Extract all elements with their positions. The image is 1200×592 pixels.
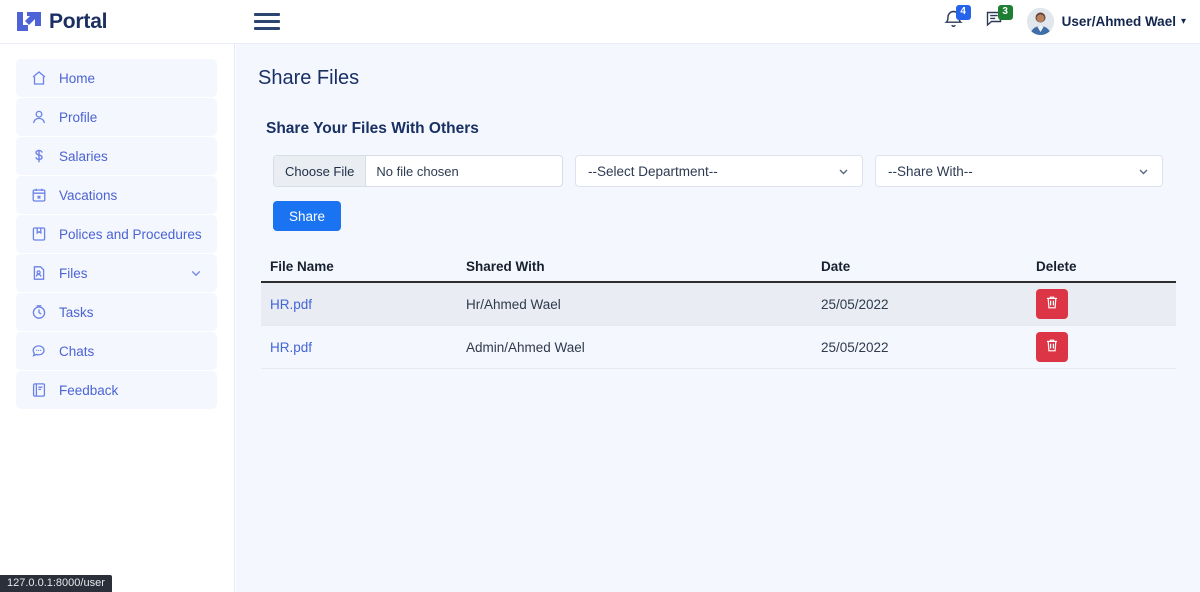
column-header-shared-with: Shared With <box>466 258 545 274</box>
chat-bubble-icon <box>30 343 47 360</box>
notifications-badge: 4 <box>955 4 971 20</box>
chevron-down-icon <box>837 165 850 178</box>
dollar-icon <box>30 148 47 165</box>
user-icon <box>30 109 47 126</box>
top-icon-group: 4 3 User/Ahmed Wael ▾ <box>933 0 1200 44</box>
share-with-select-value: --Share With-- <box>888 163 973 179</box>
hamburger-icon[interactable] <box>254 13 280 30</box>
delete-button[interactable] <box>1036 289 1068 319</box>
delete-cell <box>1036 332 1166 362</box>
sidebar-item-label: Files <box>59 265 88 281</box>
user-avatar[interactable] <box>1026 8 1054 35</box>
delete-button[interactable] <box>1036 332 1068 362</box>
brand[interactable]: Portal <box>0 0 235 44</box>
feedback-icon <box>30 382 47 399</box>
book-icon <box>30 226 47 243</box>
sidebar-item-tasks[interactable]: Tasks <box>16 293 217 331</box>
share-form-row: Choose File No file chosen --Select Depa… <box>273 155 1200 187</box>
trash-icon <box>1045 338 1059 356</box>
file-name-display: No file chosen <box>376 163 459 179</box>
sidebar-item-label: Chats <box>59 343 95 359</box>
notifications-button[interactable]: 4 <box>933 0 975 44</box>
trash-icon <box>1045 295 1059 313</box>
table-row[interactable]: HR.pdf Admin/Ahmed Wael 25/05/2022 <box>261 326 1176 369</box>
messages-badge: 3 <box>997 4 1013 20</box>
sidebar-item-home[interactable]: Home <box>16 59 217 97</box>
clock-icon <box>30 304 47 321</box>
table-row[interactable]: HR.pdf Hr/Ahmed Wael 25/05/2022 <box>261 283 1176 326</box>
sidebar-item-label: Vacations <box>59 187 118 203</box>
sidebar-item-chats[interactable]: Chats <box>16 332 217 370</box>
file-name-text: HR.pdf <box>270 296 313 312</box>
chevron-down-icon[interactable]: ▾ <box>1181 16 1186 27</box>
date-cell: 25/05/2022 <box>821 339 889 355</box>
sidebar-item-profile[interactable]: Profile <box>16 98 217 136</box>
chevron-down-icon[interactable] <box>189 266 203 280</box>
sidebar-item-feedback[interactable]: Feedback <box>16 371 217 409</box>
sidebar-item-salaries[interactable]: Salaries <box>16 137 217 175</box>
file-input[interactable]: Choose File No file chosen <box>273 155 563 187</box>
file-name-link[interactable]: HR.pdf <box>261 340 466 355</box>
hamburger-bar <box>254 20 280 23</box>
shared-with-cell: Hr/Ahmed Wael <box>466 296 561 312</box>
file-name-text: HR.pdf <box>270 339 313 355</box>
sidebar: Home Profile Salaries Vacations Polices … <box>0 44 235 592</box>
calendar-icon <box>30 187 47 204</box>
table-header-row: File Name Shared With Date Delete <box>261 255 1176 283</box>
department-select[interactable]: --Select Department-- <box>575 155 863 187</box>
brand-name: Portal <box>49 9 108 33</box>
department-select-value: --Select Department-- <box>588 163 718 179</box>
column-header-file-name: File Name <box>270 258 334 274</box>
sidebar-item-label: Tasks <box>59 304 94 320</box>
share-button[interactable]: Share <box>273 201 342 231</box>
main-content: Share Files Share Your Files With Others… <box>236 44 1200 592</box>
sidebar-item-label: Salaries <box>59 148 108 164</box>
file-name-link[interactable]: HR.pdf <box>261 297 466 312</box>
l7-arrow-logo-icon <box>16 11 42 32</box>
shared-with-cell: Admin/Ahmed Wael <box>466 339 585 355</box>
status-bar-url: 127.0.0.1:8000/user <box>0 575 112 592</box>
username-label[interactable]: User/Ahmed Wael <box>1062 14 1176 29</box>
delete-cell <box>1036 289 1166 319</box>
messages-button[interactable]: 3 <box>975 0 1017 44</box>
section-title: Share Your Files With Others <box>266 120 479 137</box>
file-icon <box>30 265 47 282</box>
home-icon <box>30 70 47 87</box>
column-header-delete: Delete <box>1036 258 1077 274</box>
sidebar-item-vacations[interactable]: Vacations <box>16 176 217 214</box>
app-root: Portal 4 3 User/Ahmed Wael ▾ Home Profil… <box>0 0 1200 592</box>
share-with-select[interactable]: --Share With-- <box>875 155 1163 187</box>
hamburger-bar <box>254 13 280 16</box>
hamburger-bar <box>254 27 280 30</box>
choose-file-button[interactable]: Choose File <box>274 156 367 186</box>
sidebar-item-polices-and-procedures[interactable]: Polices and Procedures <box>16 215 217 253</box>
top-navbar: Portal 4 3 User/Ahmed Wael ▾ <box>0 0 1200 44</box>
sidebar-item-label: Profile <box>59 109 98 125</box>
page-title: Share Files <box>258 67 360 89</box>
sidebar-item-label: Polices and Procedures <box>59 226 202 242</box>
sidebar-item-label: Home <box>59 70 96 86</box>
shared-files-table: File Name Shared With Date Delete HR.pdf… <box>261 255 1176 369</box>
column-header-date: Date <box>821 258 851 274</box>
sidebar-item-files[interactable]: Files <box>16 254 217 292</box>
date-cell: 25/05/2022 <box>821 296 889 312</box>
sidebar-item-label: Feedback <box>59 382 119 398</box>
chevron-down-icon <box>1137 165 1150 178</box>
